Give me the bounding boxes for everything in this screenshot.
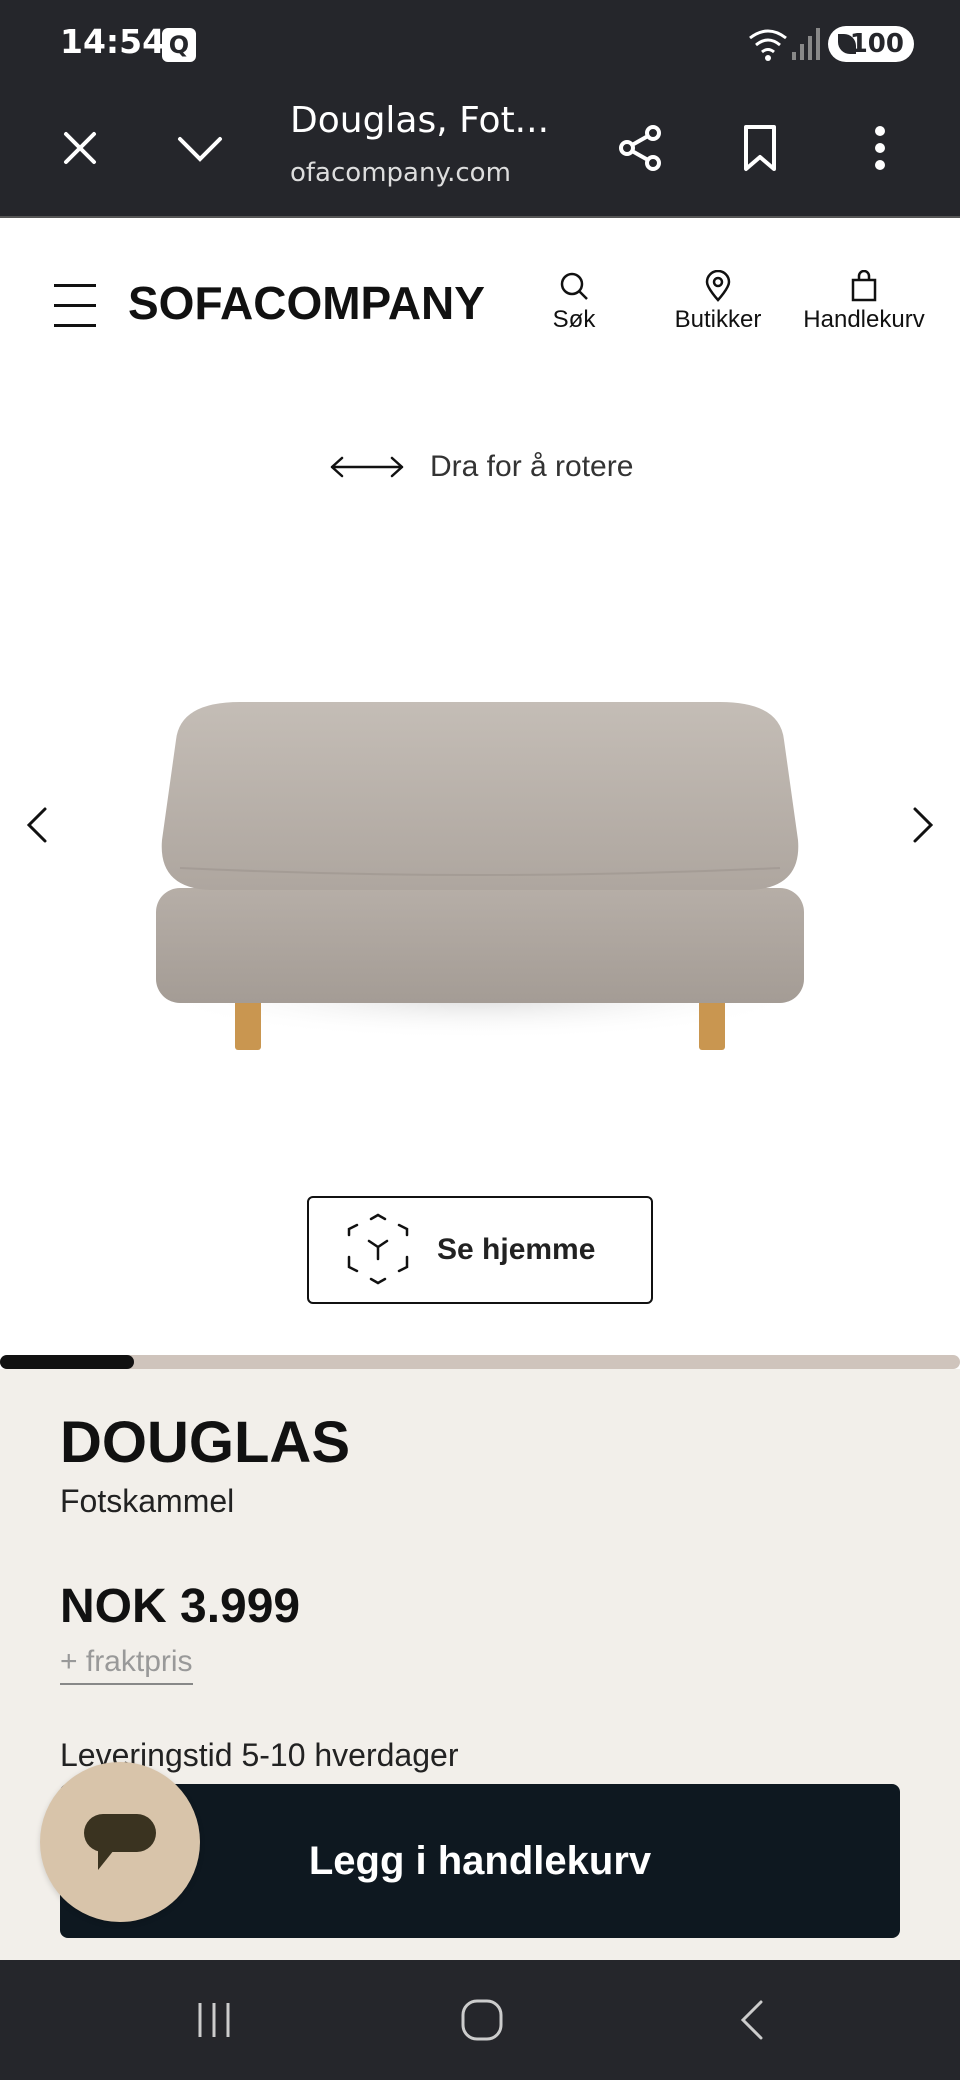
horizontal-arrows-icon [330,456,404,478]
previous-image-button[interactable] [12,800,62,850]
search-button[interactable]: Søk [546,270,602,334]
hamburger-line [54,324,96,327]
hamburger-line [54,304,96,307]
share-icon [619,125,661,171]
page-url[interactable]: ofacompany.com [290,158,511,188]
expand-button[interactable] [164,112,236,184]
more-options-button[interactable] [844,112,916,184]
product-price: NOK 3.999 [60,1580,301,1633]
recent-apps-button[interactable] [174,1990,254,2050]
back-button[interactable] [712,1990,792,2050]
close-tab-button[interactable] [44,112,116,184]
share-button[interactable] [604,112,676,184]
page-title[interactable]: Douglas, Fot... [290,100,549,141]
recent-apps-icon [198,2003,230,2037]
chevron-right-icon [913,807,934,843]
rotate-hint: Dra for å rotere [330,450,633,484]
rotate-hint-label: Dra for å rotere [430,450,634,483]
search-icon [560,272,588,300]
battery-level: 100 [849,29,904,59]
ar-cube-icon [347,1213,409,1285]
chevron-down-icon [178,137,222,162]
more-vert-icon [875,126,885,170]
site-logo[interactable]: SOFACOMPANY [128,276,485,330]
see-at-home-button[interactable]: Se hjemme [307,1196,653,1304]
close-icon [64,132,96,164]
stores-label: Butikker [674,306,762,333]
bookmark-icon [744,125,776,171]
cart-button[interactable]: Handlekurv [794,270,934,334]
hamburger-line [54,284,96,287]
chat-button[interactable] [40,1762,200,1922]
search-label: Søk [552,306,596,333]
product-name: DOUGLAS [60,1410,350,1475]
system-nav-bar [0,1960,960,2080]
product-image-ottoman[interactable] [80,650,880,1100]
next-image-button[interactable] [898,800,948,850]
image-progress-bar [0,1355,960,1369]
chat-bubble-icon [84,1814,156,1870]
signal-icon [792,28,820,60]
status-bar: 14:54 Q 100 [0,0,960,88]
status-time: 14:54 [60,22,166,61]
bookmark-button[interactable] [724,112,796,184]
add-to-cart-label: Legg i handlekurv [308,1838,652,1883]
app-notification-badge: Q [162,28,196,62]
site-header: SOFACOMPANY Søk Butikker Handlekurv [0,218,960,388]
image-progress-fill [0,1355,135,1369]
freight-price-link[interactable]: + fraktpris [60,1645,193,1685]
shopping-bag-icon [851,270,877,302]
see-at-home-label: Se hjemme [437,1233,596,1266]
browser-toolbar: Douglas, Fot... ofacompany.com [0,88,960,218]
menu-button[interactable] [54,284,96,328]
chevron-left-icon [26,807,47,843]
home-icon [461,1999,503,2041]
battery-indicator: 100 [828,26,914,62]
back-icon [740,2000,763,2040]
home-button[interactable] [442,1990,522,2050]
product-subtitle: Fotskammel [60,1483,235,1519]
cart-label: Handlekurv [803,306,925,333]
stores-button[interactable]: Butikker [666,270,770,334]
location-pin-icon [705,270,731,302]
wifi-icon [749,29,787,61]
